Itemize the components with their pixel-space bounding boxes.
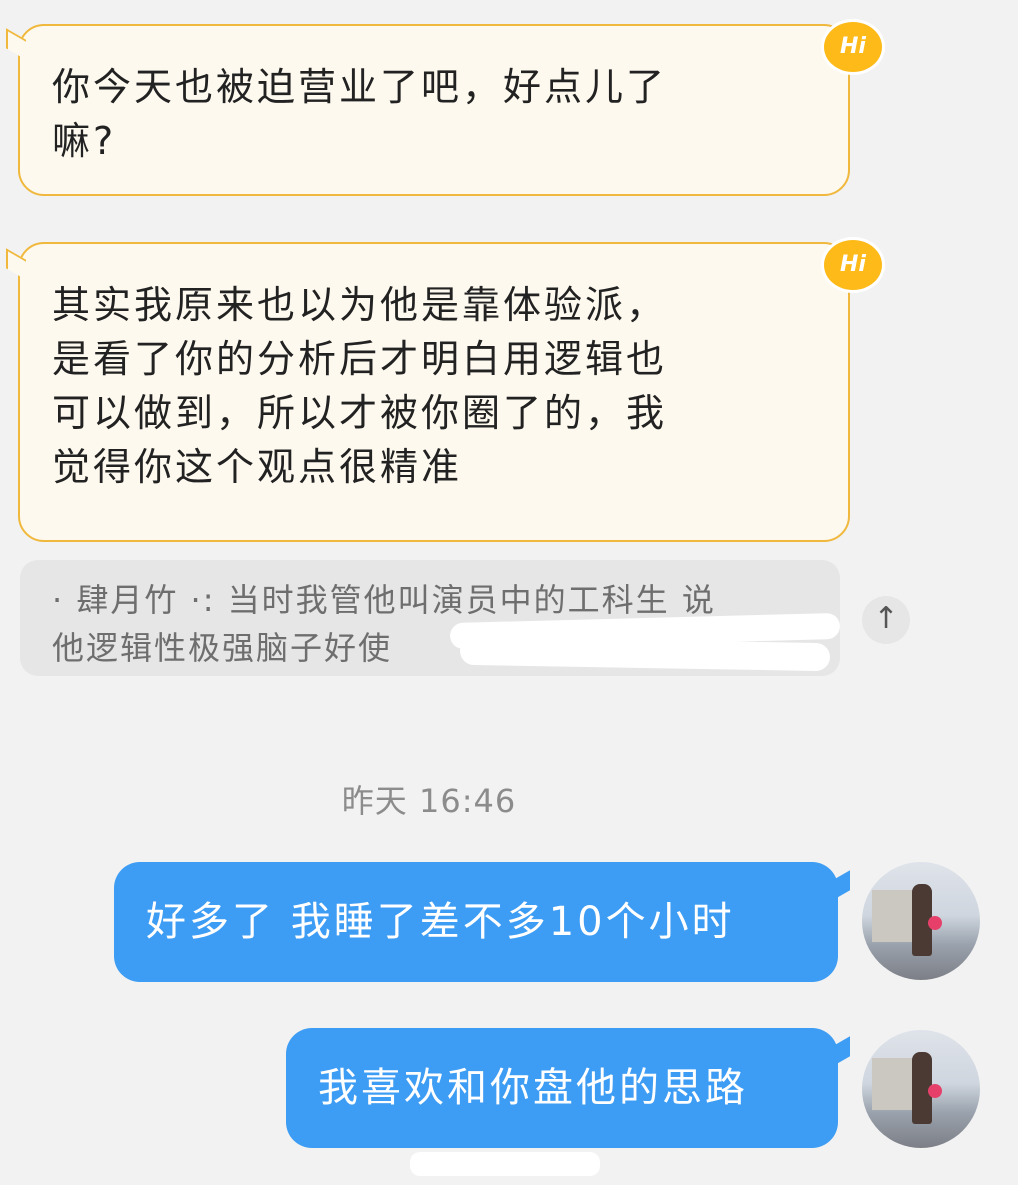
- message-line: 是看了你的分析后才明白用逻辑也: [52, 337, 668, 381]
- outgoing-message[interactable]: 好多了 我睡了差不多10个小时: [114, 862, 838, 982]
- avatar[interactable]: [862, 1030, 980, 1148]
- message-line: 你今天也被迫营业了吧，好点儿了: [52, 65, 668, 109]
- avatar[interactable]: [862, 862, 980, 980]
- message-line: 可以做到，所以才被你圈了的，我: [52, 391, 668, 435]
- message-line: 其实我原来也以为他是靠体验派，: [52, 283, 668, 327]
- scroll-up-icon[interactable]: ↑: [862, 596, 910, 644]
- message-text: 我喜欢和你盘他的思路: [318, 1065, 748, 1111]
- incoming-message[interactable]: 你今天也被迫营业了吧，好点儿了 嘛?: [18, 24, 850, 196]
- message-line: 觉得你这个观点很精准: [52, 445, 463, 489]
- outgoing-message[interactable]: 我喜欢和你盘他的思路: [286, 1028, 838, 1148]
- message-line: 嘛?: [52, 119, 117, 163]
- avatar-rose: [928, 916, 942, 930]
- hi-badge-icon: Hi: [824, 22, 882, 72]
- avatar-rose: [928, 1084, 942, 1098]
- redaction-scribble: [410, 1152, 600, 1176]
- timestamp: 昨天 16:46: [341, 782, 517, 820]
- hi-badge-icon: Hi: [824, 240, 882, 290]
- incoming-message[interactable]: 其实我原来也以为他是靠体验派， 是看了你的分析后才明白用逻辑也 可以做到，所以才…: [18, 242, 850, 542]
- message-text: 好多了 我睡了差不多10个小时: [146, 899, 735, 945]
